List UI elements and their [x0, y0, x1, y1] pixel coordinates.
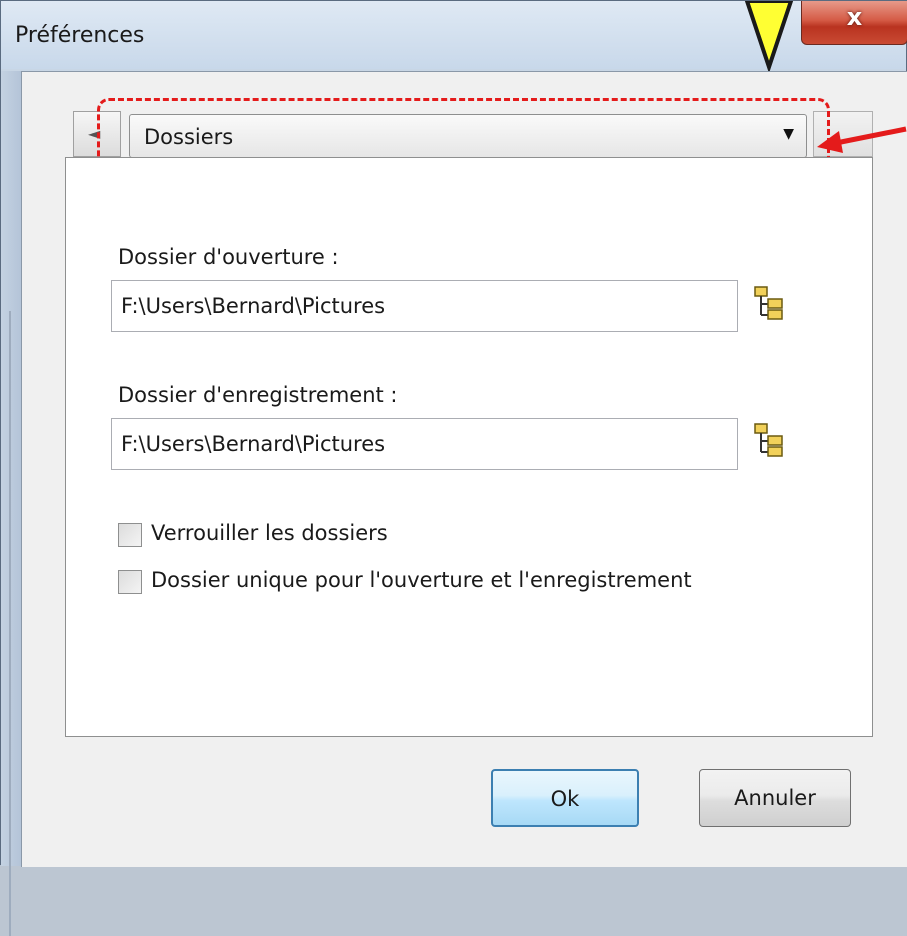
- folder-tree-icon[interactable]: [753, 422, 785, 458]
- save-folder-input[interactable]: [111, 418, 738, 470]
- open-folder-input[interactable]: [111, 280, 738, 332]
- window-left-border: [1, 71, 21, 936]
- window-title: Préférences: [15, 23, 145, 48]
- yellow-callout-arrow: [744, 1, 794, 73]
- folder-tree-icon[interactable]: [753, 285, 785, 321]
- lock-folders-checkbox[interactable]: [118, 523, 142, 547]
- red-callout-arrow: [817, 126, 907, 153]
- cancel-button[interactable]: Annuler: [699, 769, 851, 827]
- save-folder-label: Dossier d'enregistrement :: [118, 383, 398, 407]
- ok-button[interactable]: Ok: [491, 769, 639, 827]
- open-folder-label: Dossier d'ouverture :: [118, 245, 339, 269]
- single-folder-label: Dossier unique pour l'ouverture et l'enr…: [151, 568, 692, 592]
- preferences-window: Préférences x ◄ Dossiers ▼ Dossier d'ouv…: [0, 0, 907, 936]
- left-border-line: [9, 311, 11, 936]
- single-folder-checkbox[interactable]: [118, 570, 142, 594]
- close-icon: x: [846, 3, 863, 31]
- close-button[interactable]: x: [801, 1, 907, 45]
- lock-folders-label: Verrouiller les dossiers: [151, 521, 388, 545]
